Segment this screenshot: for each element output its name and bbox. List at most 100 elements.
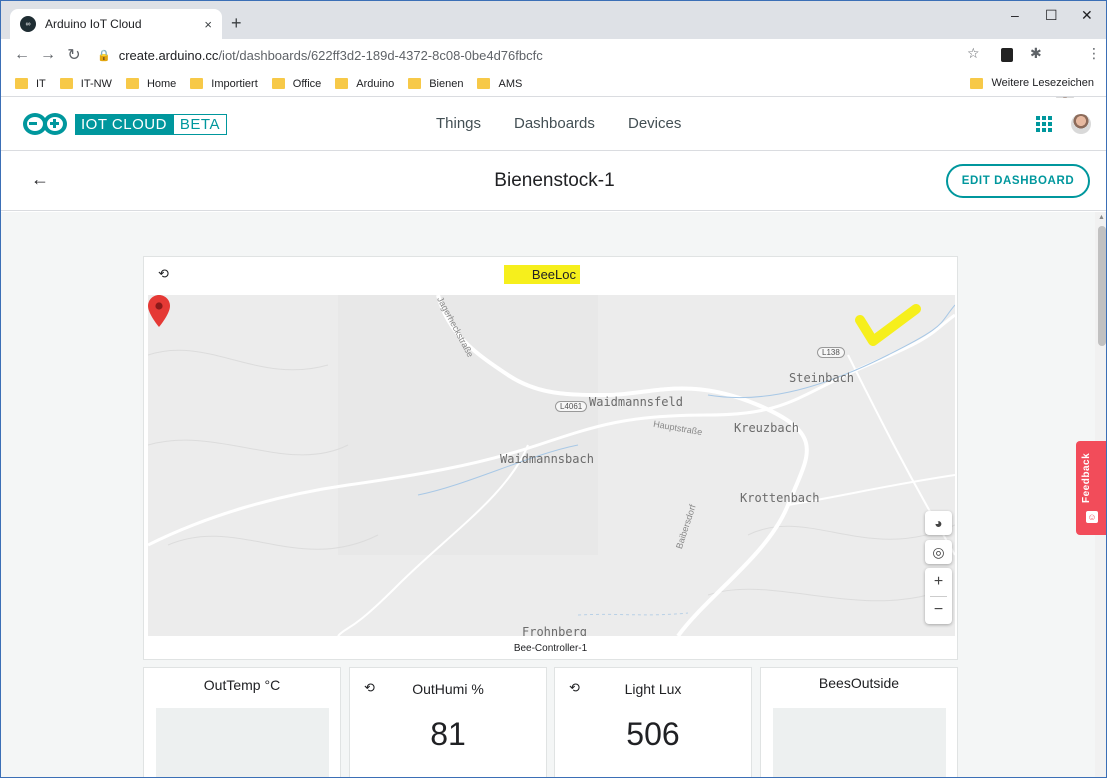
beta-badge: BETA xyxy=(172,113,227,135)
zoom-out-button[interactable]: − xyxy=(925,596,952,624)
bookmark-folder[interactable]: Importiert xyxy=(190,77,258,90)
card-title: Light Lux xyxy=(624,681,682,697)
close-window-button[interactable]: ✕ xyxy=(1081,7,1093,24)
extensions-puzzle-icon[interactable]: ✱ xyxy=(1030,45,1042,62)
extension-icon[interactable] xyxy=(1001,48,1013,62)
tab-close-icon[interactable]: × xyxy=(204,17,212,32)
dashboard-title: Bienenstock-1 xyxy=(494,170,615,191)
arduino-infinity-icon xyxy=(23,113,69,135)
bookmark-star-icon[interactable]: ☆ xyxy=(967,45,980,62)
apps-grid-icon[interactable] xyxy=(1036,116,1052,132)
bookmark-label: Home xyxy=(146,77,177,90)
brand-label: IOT CLOUD xyxy=(75,113,173,135)
scroll-up-arrow-icon[interactable]: ▲ xyxy=(1098,214,1105,221)
bookmark-label: IT-NW xyxy=(80,77,112,90)
reload-icon[interactable]: ↻ xyxy=(61,45,87,65)
bookmark-folder[interactable]: AMS xyxy=(477,78,522,90)
bookmark-folder[interactable]: Arduino xyxy=(335,78,394,90)
feedback-label: Feedback xyxy=(1081,452,1092,503)
bookmark-label: IT xyxy=(36,77,46,90)
map-place-label: Waidmannsfeld xyxy=(589,395,683,409)
bookmark-label: AMS xyxy=(498,77,523,90)
location-pin-icon[interactable] xyxy=(148,295,170,327)
folder-icon xyxy=(970,77,984,89)
folder-icon xyxy=(408,78,422,89)
history-icon[interactable]: ⟲ xyxy=(158,266,169,282)
url-path: /iot/dashboards/622ff3d2-189d-4372-8c08-… xyxy=(218,47,543,63)
edit-dashboard-button[interactable]: EDIT DASHBOARD xyxy=(946,164,1090,198)
url-host: create.arduino.cc xyxy=(118,47,219,63)
back-icon[interactable]: ← xyxy=(9,46,35,64)
bookmark-label: Arduino xyxy=(356,77,395,90)
bookmark-folder[interactable]: Office xyxy=(271,77,322,90)
card-title: OutHumi % xyxy=(412,681,484,697)
user-avatar[interactable] xyxy=(1071,114,1091,134)
my-location-icon[interactable]: ◎ xyxy=(925,540,952,564)
tab-strip: ∞ Arduino IoT Cloud × + – ☐ ✕ xyxy=(1,1,1106,39)
nav-things[interactable]: Things xyxy=(436,115,481,132)
folder-icon xyxy=(59,78,73,89)
zoom-in-button[interactable]: + xyxy=(925,568,952,596)
road-number-tag: L138 xyxy=(817,347,845,358)
nav-devices[interactable]: Devices xyxy=(628,115,681,132)
map-place-label: Waidmannsbach xyxy=(500,452,594,466)
map-type-icon[interactable]: ◕ xyxy=(925,511,952,535)
feedback-smile-icon: ☺ xyxy=(1086,511,1098,523)
folder-icon xyxy=(335,78,349,89)
map-place-label: Steinbach xyxy=(789,371,855,385)
browser-menu-icon[interactable]: ⋮ xyxy=(1087,45,1101,62)
outtemp-widget[interactable]: OutTemp °C xyxy=(143,667,341,777)
map-place-label: Frohnberg xyxy=(522,625,588,636)
bookmark-label: Office xyxy=(292,77,322,90)
tab-title: Arduino IoT Cloud xyxy=(45,17,142,31)
other-bookmarks-label: Weitere Lesezeichen xyxy=(991,77,1094,89)
outtemp-chart xyxy=(156,708,329,777)
dashboard-header: ← Bienenstock-1 EDIT DASHBOARD xyxy=(1,151,1106,211)
bookmark-label: Bienen xyxy=(429,77,464,90)
browser-window: ∞ Arduino IoT Cloud × + – ☐ ✕ ← → ↻ 🔒 cr… xyxy=(0,0,1107,778)
bookmarks-bar: IT IT-NW Home Importiert Office Arduino … xyxy=(1,71,1106,97)
map-device-label: Bee-Controller-1 xyxy=(513,643,588,654)
bookmark-label: Importiert xyxy=(211,77,258,90)
outhumi-widget[interactable]: ⟲ OutHumi % 81 xyxy=(349,667,547,777)
map-widget[interactable]: ⟲ BeeLoc Waidmannsfeld Steinbach Kreuzba… xyxy=(143,256,958,660)
arduino-favicon-icon: ∞ xyxy=(20,16,36,32)
card-value: 81 xyxy=(430,716,466,752)
card-title: OutTemp °C xyxy=(203,677,281,693)
map-place-label: Krottenbach xyxy=(740,491,820,505)
folder-icon xyxy=(477,78,491,89)
bees-outside-widget[interactable]: BeesOutside xyxy=(760,667,958,777)
map-view[interactable]: Waidmannsfeld Steinbach Kreuzbach Waidma… xyxy=(148,295,955,636)
other-bookmarks[interactable]: Weitere Lesezeichen xyxy=(970,77,1094,89)
feedback-tab[interactable]: Feedback ☺ xyxy=(1076,441,1106,535)
forward-icon[interactable]: → xyxy=(35,46,61,64)
address-bar[interactable]: 🔒 create.arduino.cc/iot/dashboards/622ff… xyxy=(97,43,997,67)
card-value: 506 xyxy=(626,716,680,752)
arduino-logo[interactable]: IOT CLOUD BETA xyxy=(23,113,227,135)
folder-icon xyxy=(125,78,139,89)
map-place-label: Kreuzbach xyxy=(734,421,800,435)
new-tab-button[interactable]: + xyxy=(231,13,242,34)
folder-icon xyxy=(15,78,28,89)
card-title: BeesOutside xyxy=(818,675,900,691)
nav-dashboards[interactable]: Dashboards xyxy=(514,115,595,132)
browser-tab[interactable]: ∞ Arduino IoT Cloud × xyxy=(10,9,222,39)
bookmark-folder[interactable]: Home xyxy=(125,77,177,90)
bookmark-folder[interactable]: Bienen xyxy=(408,78,463,90)
road-number-tag: L4061 xyxy=(555,401,588,412)
folder-icon xyxy=(190,78,204,89)
minimize-button[interactable]: – xyxy=(1011,7,1019,23)
lock-icon: 🔒 xyxy=(97,49,111,62)
maximize-button[interactable]: ☐ xyxy=(1045,7,1058,24)
map-widget-title: BeeLoc xyxy=(504,265,580,284)
bookmark-folder[interactable]: IT-NW xyxy=(59,77,112,90)
light-lux-widget[interactable]: ⟲ Light Lux 506 xyxy=(554,667,752,777)
bees-outside-chart xyxy=(773,708,946,777)
browser-toolbar: ← → ↻ 🔒 create.arduino.cc/iot/dashboards… xyxy=(1,39,1106,103)
dashboard-canvas: ⟲ BeeLoc Waidmannsfeld Steinbach Kreuzba… xyxy=(1,212,1095,777)
bookmark-folder[interactable]: IT xyxy=(15,78,46,90)
app-header: IOT CLOUD BETA Things Dashboards Devices xyxy=(1,98,1106,151)
folder-icon xyxy=(271,78,285,89)
zoom-control: + − xyxy=(925,568,952,624)
scrollbar-thumb[interactable] xyxy=(1098,226,1106,346)
